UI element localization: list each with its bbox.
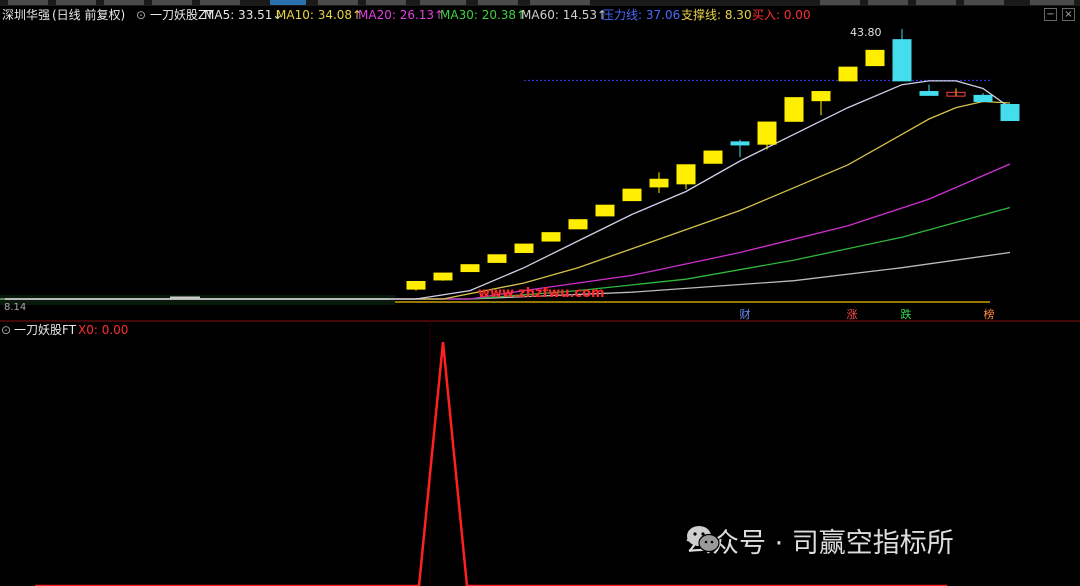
candle-body (568, 219, 588, 230)
candle[interactable] (568, 219, 588, 230)
marker-cai: 财 (740, 307, 751, 321)
candle[interactable] (838, 66, 858, 82)
candle-body (811, 91, 831, 102)
candle-body (919, 91, 939, 96)
candle[interactable] (973, 93, 993, 103)
candle-body (433, 272, 453, 281)
candle[interactable] (487, 254, 507, 263)
candle-body (541, 232, 561, 242)
moving-average-layer (5, 79, 1011, 300)
candle[interactable] (703, 150, 723, 164)
candle[interactable] (460, 264, 480, 273)
candle[interactable] (1000, 104, 1020, 122)
candle-body (703, 150, 723, 164)
candle[interactable] (541, 232, 561, 242)
candle[interactable] (757, 121, 777, 150)
candle-body (514, 243, 534, 253)
ma20-line (5, 163, 1011, 300)
candle-body (595, 204, 615, 217)
candle[interactable] (649, 172, 669, 193)
candle-body (649, 178, 669, 188)
candle-body (460, 264, 480, 273)
watermark-text: 公众号 · 司赢空指标所 (685, 528, 954, 559)
wechat-icon (687, 526, 720, 553)
indicator-panel-header: ⊙ 一刀妖股FT X0: 0.00 (0, 322, 300, 338)
candle[interactable] (676, 164, 696, 190)
chart-canvas: 43.80 8.14 www.zhzfwu.com 财 涨 跌 榜 (0, 26, 1080, 586)
candle[interactable] (514, 243, 534, 253)
ma5-line (5, 80, 1011, 300)
candle-body (892, 39, 912, 82)
candle-body (676, 164, 696, 185)
indicator-settings-icon[interactable]: ⊙ (1, 322, 11, 338)
candle-body (730, 141, 750, 146)
candle[interactable] (946, 88, 966, 97)
candle-body (757, 121, 777, 145)
candle[interactable] (730, 139, 750, 158)
candlestick-layer (406, 29, 1020, 291)
candle[interactable] (892, 29, 912, 82)
candle[interactable] (406, 280, 426, 291)
candle[interactable] (865, 49, 885, 67)
candle[interactable] (622, 188, 642, 202)
candle-body (784, 97, 804, 122)
candle[interactable] (919, 84, 939, 96)
candle[interactable] (811, 91, 831, 116)
candle-body (838, 66, 858, 82)
marker-zhang: 涨 (847, 308, 858, 321)
candle-body (973, 94, 993, 102)
indicator-panel-value: X0: 0.00 (78, 323, 129, 337)
candle[interactable] (433, 272, 453, 281)
candle-body (865, 49, 885, 67)
indicator-panel-name[interactable]: 一刀妖股FT (14, 322, 76, 338)
candle[interactable] (784, 97, 804, 122)
ma10-line (5, 100, 1011, 300)
wechat-watermark: 公众号 · 司赢空指标所 (685, 524, 954, 564)
candle[interactable] (595, 204, 615, 217)
high-price-label: 43.80 (850, 26, 882, 39)
candle-body (406, 280, 426, 290)
watermark-url: www.zhzfwu.com (478, 286, 605, 301)
candle-body (1000, 104, 1020, 122)
low-price-label: 8.14 (4, 302, 26, 313)
marker-die: 跌 (901, 307, 912, 321)
marker-bang: 榜 (984, 307, 995, 321)
candle-body (622, 188, 642, 202)
candle-body (487, 254, 507, 263)
